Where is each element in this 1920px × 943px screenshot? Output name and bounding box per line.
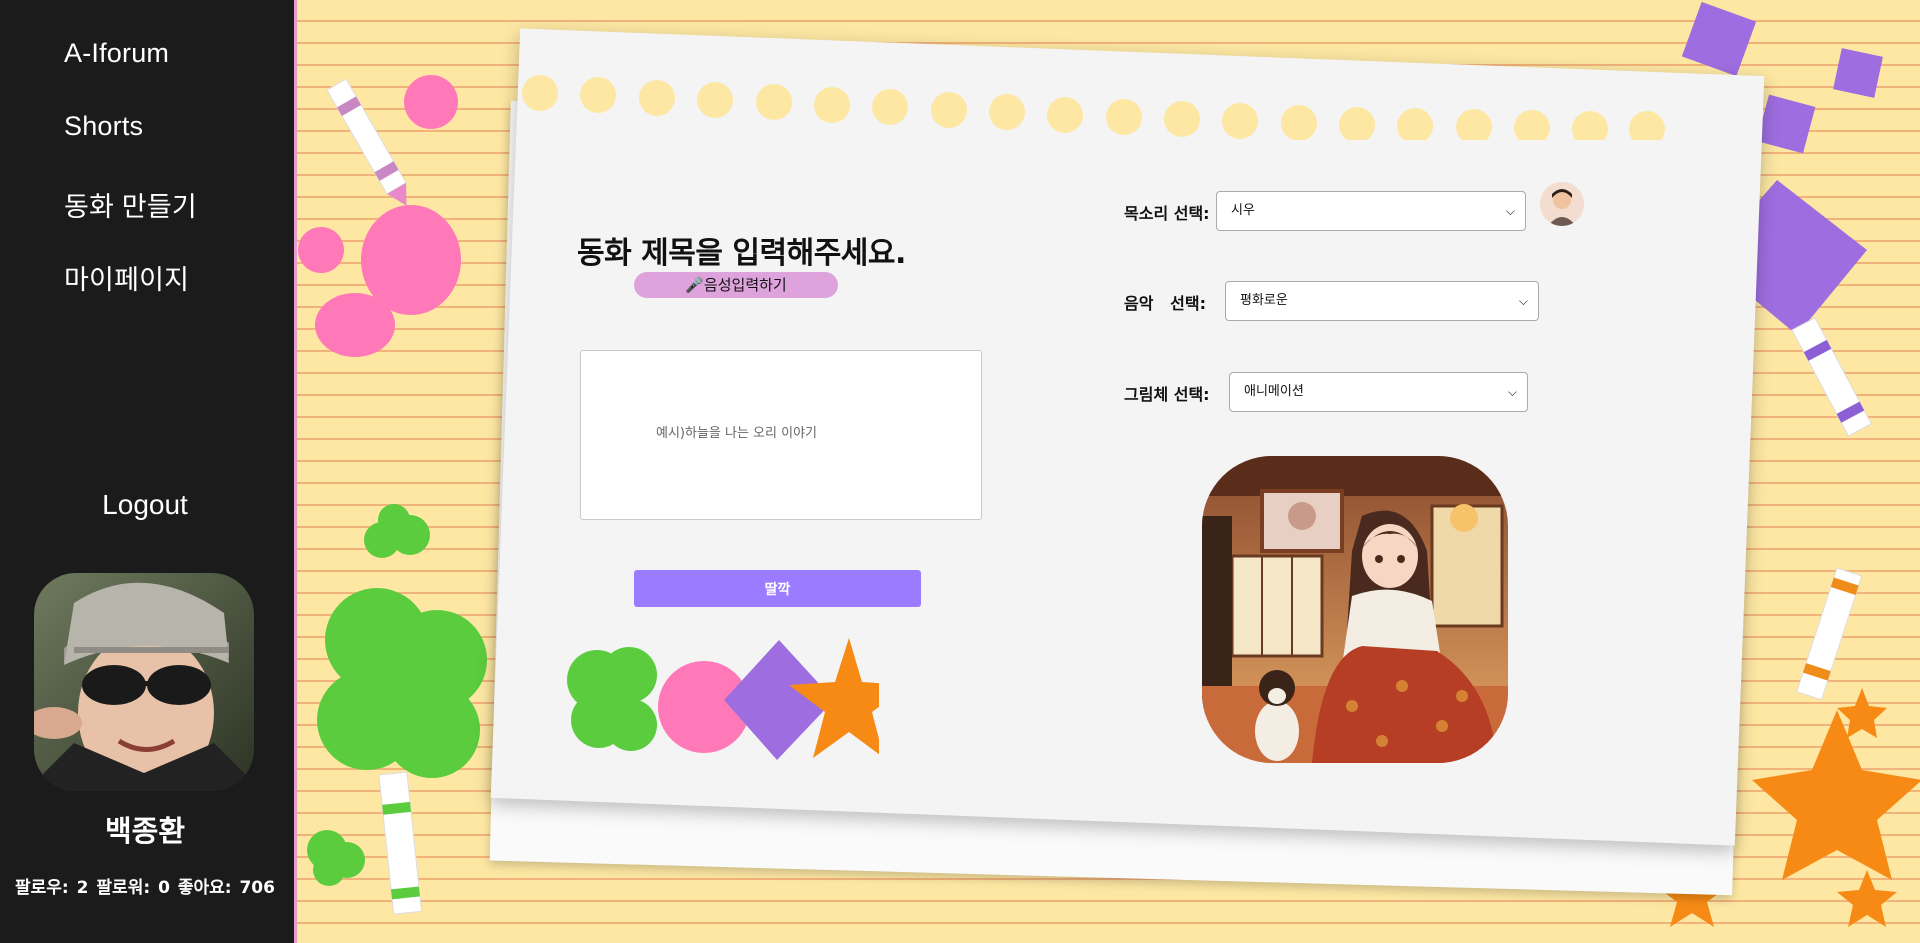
pink-dot: [404, 75, 458, 129]
following-count: 0: [158, 878, 170, 898]
crayon-orange: [1796, 567, 1863, 701]
likes-count: 706: [239, 878, 275, 898]
chevron-down-icon: ⌵: [1507, 385, 1517, 399]
followers-label: 팔로우:: [15, 878, 69, 898]
crayon-green: [378, 771, 423, 915]
nav-shorts[interactable]: Shorts: [64, 111, 143, 142]
followers-count: 2: [76, 878, 89, 898]
music-select-value: 평화로운: [1240, 293, 1288, 308]
voice-input-button[interactable]: 🎤음성입력하기: [634, 272, 838, 298]
user-stats: 팔로우: 2 팔로워: 0 좋아요: 706: [0, 873, 290, 898]
chevron-down-icon: ⌵: [1505, 204, 1515, 218]
art-style-select[interactable]: 애니메이션 ⌵: [1229, 372, 1528, 412]
following-label: 팔로워:: [96, 878, 151, 898]
sidebar: A-Iforum Shorts 동화 만들기 마이페이지 Logout 백종환 …: [0, 0, 297, 943]
voice-select-label: 목소리 선택:: [1124, 204, 1210, 223]
voice-character-avatar: [1540, 182, 1584, 226]
nav-aiforum[interactable]: A-Iforum: [64, 38, 169, 69]
voice-select[interactable]: 시우 ⌵: [1216, 191, 1526, 231]
style-select-label: 그림체 선택:: [1124, 385, 1210, 404]
crayon-pink: [326, 78, 407, 206]
voice-select-value: 시우: [1231, 203, 1255, 218]
music-select-label: 음악 선택:: [1124, 294, 1206, 313]
submit-button[interactable]: 딸깍: [634, 570, 921, 607]
art-style-select-value: 애니메이션: [1244, 384, 1304, 399]
logout-button[interactable]: Logout: [0, 489, 290, 521]
chevron-down-icon: ⌵: [1518, 294, 1528, 308]
story-title-prompt: 동화 제목을 입력해주세요.: [577, 236, 906, 271]
user-avatar[interactable]: [34, 573, 254, 791]
lined-paper-background: [297, 0, 1920, 943]
crayon-purple: [1791, 317, 1872, 437]
shape-decorations: [567, 638, 879, 760]
nav-make-story[interactable]: 동화 만들기: [64, 185, 197, 224]
notebook-holes: [522, 75, 1665, 140]
likes-label: 좋아요:: [177, 878, 232, 898]
music-select[interactable]: 평화로운 ⌵: [1225, 281, 1539, 321]
nav-mypage[interactable]: 마이페이지: [64, 258, 189, 297]
user-name: 백종환: [104, 814, 186, 848]
story-title-input[interactable]: [580, 350, 982, 520]
style-preview-image: [1202, 456, 1508, 763]
